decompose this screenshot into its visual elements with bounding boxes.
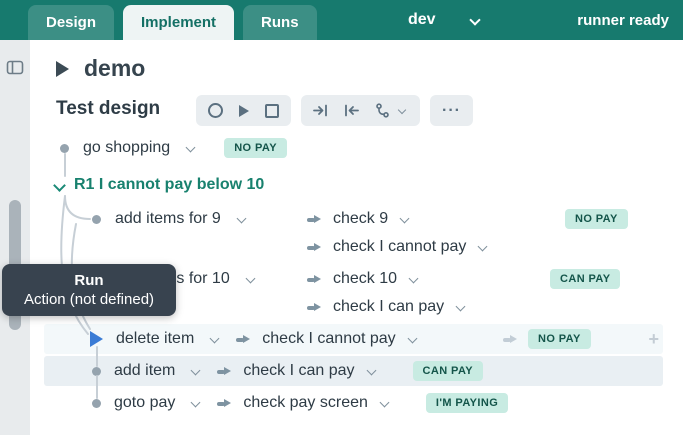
- chevron-down-icon[interactable]: [380, 399, 390, 407]
- check-label: check pay screen: [243, 394, 368, 412]
- chevron-down-icon[interactable]: [237, 215, 247, 223]
- status-badge: NO PAY: [565, 209, 628, 229]
- tree-row-go-shopping[interactable]: go shopping NO PAY: [44, 133, 663, 163]
- app-header: Design Implement Runs dev runner ready: [0, 0, 683, 40]
- check-label: check I can pay: [333, 298, 444, 316]
- status-badge: NO PAY: [528, 329, 591, 349]
- check-label: check I can pay: [243, 362, 354, 380]
- node-dot: [92, 399, 101, 408]
- arrow-right-icon: [217, 397, 231, 409]
- play-icon: [56, 61, 69, 77]
- chevron-down-icon: [398, 107, 408, 115]
- section-title: Test design: [56, 98, 160, 120]
- collapse-group-icon[interactable]: [54, 181, 64, 189]
- chevron-down-icon[interactable]: [470, 16, 480, 24]
- play-button[interactable]: [239, 105, 249, 117]
- toolbar: ···: [196, 95, 473, 126]
- chevron-down-icon[interactable]: [478, 243, 488, 251]
- tree-row-group-r1[interactable]: R1 I cannot pay below 10: [44, 170, 663, 200]
- run-cursor-play-icon[interactable]: [90, 331, 103, 347]
- step-controls-group: [301, 95, 420, 126]
- chevron-down-icon[interactable]: [367, 367, 377, 375]
- collapse-panel-icon[interactable]: [6, 60, 24, 80]
- status-badge: NO PAY: [224, 138, 287, 158]
- app-window: Design Implement Runs dev runner ready d…: [0, 0, 683, 435]
- group-label: R1 I cannot pay below 10: [74, 176, 264, 194]
- tab-bar: Design Implement Runs: [28, 5, 317, 40]
- more-options-button[interactable]: ···: [430, 95, 473, 126]
- step-label: goto pay: [114, 394, 175, 412]
- page-title: demo: [84, 55, 145, 82]
- chevron-down-icon[interactable]: [409, 275, 419, 283]
- step-label: add item: [114, 362, 175, 380]
- skip-to-end-button[interactable]: [313, 104, 328, 117]
- circle-icon: [208, 103, 223, 118]
- skip-to-start-button[interactable]: [344, 104, 359, 117]
- arrow-right-icon: [307, 301, 321, 313]
- chevron-down-icon[interactable]: [456, 303, 466, 311]
- check-step: check 10: [307, 264, 419, 294]
- model-title: demo: [56, 55, 145, 82]
- tab-design[interactable]: Design: [28, 5, 114, 40]
- tab-implement[interactable]: Implement: [123, 5, 234, 40]
- node-dot: [92, 367, 101, 376]
- arrow-right-outline-icon: [503, 333, 517, 345]
- arrow-right-icon: [307, 241, 321, 253]
- arrow-right-icon: [217, 365, 231, 377]
- branch-mode-button[interactable]: [375, 103, 408, 118]
- add-step-button[interactable]: +: [648, 329, 659, 350]
- tooltip-subtitle: Action (not defined): [24, 291, 154, 308]
- check-label: check I cannot pay: [333, 238, 466, 256]
- step-label: add items for 9: [115, 210, 221, 228]
- status-badge: CAN PAY: [550, 269, 620, 289]
- record-button[interactable]: [208, 103, 223, 118]
- chevron-down-icon[interactable]: [191, 367, 201, 375]
- runner-status: runner ready: [577, 0, 669, 40]
- tab-runs[interactable]: Runs: [243, 5, 317, 40]
- environment-label: dev: [408, 11, 436, 29]
- skip-to-start-icon: [344, 104, 359, 117]
- tree-row-goto-pay[interactable]: goto pay check pay screen I'M PAYING: [44, 388, 663, 418]
- chevron-down-icon[interactable]: [191, 399, 201, 407]
- step-label: delete item: [116, 330, 194, 348]
- chevron-down-icon[interactable]: [186, 144, 196, 152]
- check-step: check 9: [307, 204, 410, 234]
- run-tooltip: Run Action (not defined): [2, 264, 176, 316]
- node-dot: [60, 144, 69, 153]
- chevron-down-icon[interactable]: [210, 335, 220, 343]
- check-label: check I cannot pay: [262, 330, 395, 348]
- check-step: check I cannot pay: [307, 232, 488, 262]
- status-badge: CAN PAY: [413, 361, 483, 381]
- environment-selector[interactable]: dev: [408, 0, 480, 40]
- play-icon: [239, 105, 249, 117]
- skip-to-end-icon: [313, 104, 328, 117]
- arrow-right-icon: [307, 213, 321, 225]
- tree-row-delete-item[interactable]: delete item check I cannot pay NO PAY +: [44, 324, 663, 354]
- arrow-right-icon: [307, 273, 321, 285]
- branch-icon: [375, 103, 390, 118]
- node-dot: [92, 215, 101, 224]
- tooltip-title: Run: [74, 272, 103, 289]
- arrow-right-icon: [236, 333, 250, 345]
- stop-icon: [265, 104, 279, 118]
- chevron-down-icon[interactable]: [246, 275, 256, 283]
- check-label: check 10: [333, 270, 397, 288]
- status-badge: I'M PAYING: [426, 393, 508, 413]
- step-label: go shopping: [83, 139, 170, 157]
- tree-row-add-items-for-9[interactable]: add items for 9 check 9 NO PAY: [44, 204, 663, 234]
- check-step: check I can pay: [307, 292, 466, 322]
- tree-row-check-i-cannot-pay[interactable]: check I cannot pay: [44, 232, 663, 262]
- chevron-down-icon[interactable]: [408, 335, 418, 343]
- left-sidebar: [0, 40, 30, 435]
- check-label: check 9: [333, 210, 388, 228]
- tree-row-add-item[interactable]: add item check I can pay CAN PAY: [44, 356, 663, 386]
- stop-button[interactable]: [265, 104, 279, 118]
- run-controls-group: [196, 95, 291, 126]
- chevron-down-icon[interactable]: [400, 215, 410, 223]
